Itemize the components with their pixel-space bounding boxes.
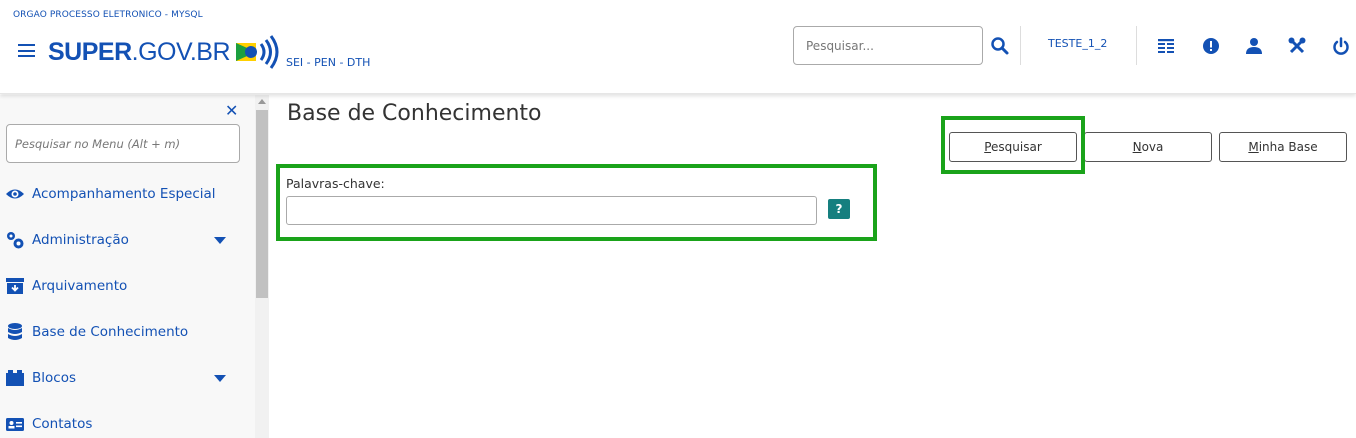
- scrollbar-thumb[interactable]: [256, 110, 268, 298]
- system-subtitle: SEI - PEN - DTH: [286, 56, 371, 69]
- sidebar-item-label: Administração: [32, 232, 129, 248]
- header-divider: [1136, 26, 1137, 65]
- sidebar-item-label: Base de Conhecimento: [32, 324, 189, 340]
- search-icon[interactable]: [990, 36, 1010, 56]
- logo-text: SUPER.GOV.BR: [48, 37, 231, 66]
- minha-base-button[interactable]: Minha Base: [1219, 132, 1347, 162]
- user-icon[interactable]: [1245, 37, 1263, 55]
- chevron-down-icon[interactable]: [214, 375, 226, 382]
- sidebar-item-base-de-conhecimento[interactable]: Base de Conhecimento: [0, 309, 255, 355]
- power-icon[interactable]: [1332, 37, 1350, 55]
- gears-icon: [7, 232, 24, 249]
- page-title: Base de Conhecimento: [287, 101, 542, 126]
- sidebar-item-label: Contatos: [32, 416, 93, 432]
- menu-search-input[interactable]: [6, 124, 240, 163]
- sidebar-item-label: Blocos: [32, 370, 76, 386]
- sidebar-item-administracao[interactable]: Administração: [0, 217, 255, 263]
- list-icon[interactable]: [1157, 37, 1175, 55]
- sidebar-item-label: Acompanhamento Especial: [32, 186, 216, 202]
- top-header: ORGAO PROCESSO ELETRONICO - MYSQL SUPER.…: [0, 0, 1356, 94]
- sidebar-item-arquivamento[interactable]: Arquivamento: [0, 263, 255, 309]
- sidebar-item-acompanhamento-especial[interactable]: Acompanhamento Especial: [0, 171, 255, 217]
- palavras-chave-highlight-box: [276, 164, 877, 241]
- sidebar-item-label: Arquivamento: [32, 278, 128, 294]
- nova-button[interactable]: Nova: [1084, 132, 1212, 162]
- unit-selector[interactable]: TESTE_1_2: [1048, 37, 1107, 50]
- contact-card-icon: [6, 418, 24, 431]
- scroll-up-arrow-icon[interactable]: [258, 99, 266, 104]
- archive-icon: [6, 278, 24, 294]
- header-search-input[interactable]: [793, 26, 983, 65]
- super-gov-br-logo[interactable]: SUPER.GOV.BR: [48, 32, 284, 72]
- eye-icon: [6, 189, 24, 199]
- header-divider: [1020, 26, 1021, 65]
- close-icon[interactable]: ✕: [225, 101, 238, 120]
- sidebar-item-contatos[interactable]: Contatos: [0, 401, 255, 438]
- brazil-signal-icon: [236, 35, 279, 69]
- database-icon: [8, 323, 22, 340]
- tools-icon[interactable]: [1288, 37, 1306, 55]
- alert-icon[interactable]: [1202, 37, 1220, 55]
- pesquisar-highlight-box: [941, 116, 1085, 174]
- sidebar-item-blocos[interactable]: Blocos: [0, 355, 255, 401]
- org-name: ORGAO PROCESSO ELETRONICO - MYSQL: [13, 10, 203, 20]
- menu-icon[interactable]: [18, 44, 35, 57]
- chevron-down-icon[interactable]: [214, 237, 226, 244]
- blocks-icon: [6, 370, 24, 386]
